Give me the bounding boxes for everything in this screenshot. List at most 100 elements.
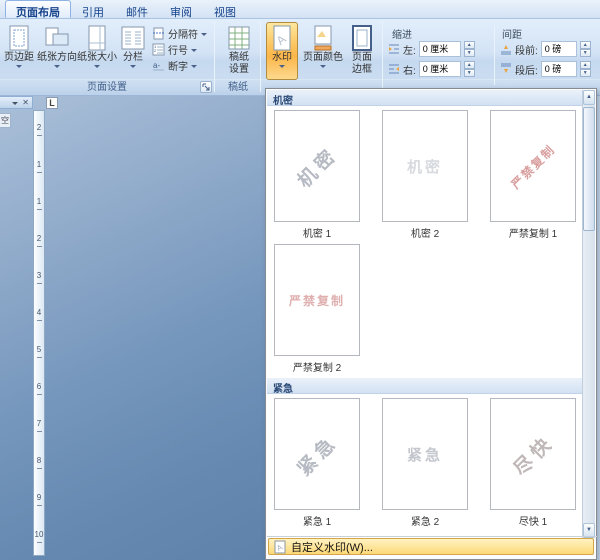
spacing-before-spin-down-button[interactable]: ▼ xyxy=(580,49,591,57)
spacing-after-spin-up-button[interactable]: ▲ xyxy=(580,61,591,69)
line-numbers-button[interactable]: 12 行号 xyxy=(150,41,214,57)
margins-button[interactable]: 页边距 xyxy=(2,22,36,80)
gallery-item[interactable]: 紧急 紧急 1 xyxy=(273,398,361,528)
paper-size-button[interactable]: 纸张大小 xyxy=(78,22,116,80)
hyphenation-icon: a- xyxy=(152,59,165,72)
thumbnail-label: 紧急 2 xyxy=(411,513,439,528)
dropdown-arrow-icon xyxy=(279,65,285,68)
watermark-icon: A xyxy=(271,25,293,51)
indent-left-spin-up-button[interactable]: ▲ xyxy=(464,41,475,49)
indent-left-spin-down-button[interactable]: ▼ xyxy=(464,49,475,57)
dropdown-arrow-icon xyxy=(94,65,100,68)
indent-right-label: 右: xyxy=(403,62,416,77)
gallery-item[interactable]: 尽快 尽快 1 xyxy=(489,398,577,528)
watermark-preview-text: 严禁复制 xyxy=(289,292,345,309)
indent-right-spin-up-button[interactable]: ▲ xyxy=(464,61,475,69)
hyphenation-label: 断字 xyxy=(168,58,188,73)
breaks-icon xyxy=(152,27,165,40)
indent-left-input[interactable]: 0 厘米 xyxy=(419,41,461,57)
watermark-preview-text: 机密 xyxy=(290,139,343,192)
page-border-icon xyxy=(351,25,373,51)
gallery-section-header-urgent: 紧急 xyxy=(267,378,583,394)
tab-page-layout[interactable]: 页面布局 xyxy=(5,0,71,18)
tab-view[interactable]: 视图 xyxy=(203,0,247,18)
page-color-icon xyxy=(312,25,334,51)
scrollbar-thumb[interactable] xyxy=(583,107,595,231)
paper-size-label: 纸张大小 xyxy=(77,52,117,63)
thumbnail-label: 尽快 1 xyxy=(519,513,547,528)
columns-button[interactable]: 分栏 xyxy=(118,22,148,80)
ruler-number: 8 xyxy=(34,444,44,481)
dialog-launcher-icon xyxy=(202,83,210,91)
manuscript-setup-button[interactable]: 稿纸 设置 xyxy=(220,22,258,80)
watermark-preview-text: 严禁复制 xyxy=(507,140,559,192)
gallery-item[interactable]: 严禁复制 严禁复制 2 xyxy=(273,244,361,374)
watermark-thumbnail: 严禁复制 xyxy=(274,244,360,356)
orientation-button[interactable]: 纸张方向 xyxy=(38,22,76,80)
task-pane-header: ✕ xyxy=(0,96,33,109)
watermark-thumbnail: 机密 xyxy=(382,110,468,222)
page-border-label-line1: 页面 xyxy=(352,52,372,63)
gallery-item[interactable]: 机密 机密 2 xyxy=(381,110,469,240)
indent-left-label: 左: xyxy=(403,42,416,57)
custom-watermark-menu-item[interactable]: A 自定义水印(W)... xyxy=(268,538,594,555)
svg-text:a-: a- xyxy=(153,61,160,70)
document-area[interactable]: ✕ L 空 2 1 1 2 3 4 5 6 7 8 9 10 xyxy=(0,96,265,560)
spacing-header: 间距 xyxy=(502,26,522,41)
ribbon-tab-bar: 页面布局 引用 邮件 审阅 视图 xyxy=(0,0,600,19)
ruler-number: 7 xyxy=(34,407,44,444)
ruler-number: 5 xyxy=(34,333,44,370)
spacing-before-input[interactable]: 0 磅 xyxy=(541,41,577,57)
spacing-after-spin-down-button[interactable]: ▼ xyxy=(580,69,591,77)
tab-references[interactable]: 引用 xyxy=(71,0,115,18)
orientation-icon xyxy=(45,25,69,51)
breaks-label: 分隔符 xyxy=(168,26,198,41)
gallery-footer-separator xyxy=(267,536,597,537)
watermark-thumbnail: 机密 xyxy=(274,110,360,222)
gallery-item[interactable]: 紧急 紧急 2 xyxy=(381,398,469,528)
vertical-ruler[interactable]: 2 1 1 2 3 4 5 6 7 8 9 10 xyxy=(33,110,45,556)
page-setup-dialog-launcher[interactable] xyxy=(200,81,212,93)
indent-right-spin-down-button[interactable]: ▼ xyxy=(464,69,475,77)
task-pane-dropdown-button[interactable] xyxy=(12,102,18,105)
indent-left-icon xyxy=(388,43,400,55)
watermark-preview-text: 紧急 xyxy=(407,444,443,465)
hyphenation-button[interactable]: a- 断字 xyxy=(150,57,214,73)
spacing-before-icon xyxy=(500,43,512,55)
gallery-item[interactable]: 严禁复制 严禁复制 1 xyxy=(489,110,577,240)
spacing-after-input[interactable]: 0 磅 xyxy=(541,61,577,77)
ribbon: 页边距 纸张方向 纸张大小 分栏 xyxy=(0,19,600,96)
ruler-number: 3 xyxy=(34,259,44,296)
scroll-up-button[interactable]: ▲ xyxy=(583,90,595,105)
dropdown-arrow-icon xyxy=(320,65,326,68)
line-numbers-icon: 12 xyxy=(152,43,165,56)
page-color-button[interactable]: 页面颜色 xyxy=(302,22,344,80)
page-color-label: 页面颜色 xyxy=(303,52,343,63)
manuscript-setup-label-line2: 设置 xyxy=(229,64,249,75)
thumbnail-label: 机密 2 xyxy=(411,225,439,240)
watermark-gallery: 机密 机密 机密 1 机密 机密 2 严禁复制 xyxy=(265,88,597,560)
custom-watermark-label: 自定义水印(W)... xyxy=(291,539,373,555)
ruler-number: 2 xyxy=(34,222,44,259)
watermark-button[interactable]: A 水印 xyxy=(266,22,298,80)
indent-right-input[interactable]: 0 厘米 xyxy=(419,61,461,77)
gallery-item[interactable]: 机密 机密 1 xyxy=(273,110,361,240)
breaks-button[interactable]: 分隔符 xyxy=(150,25,214,41)
watermark-preview-text: 紧急 xyxy=(290,427,343,480)
spacing-before-spin-up-button[interactable]: ▲ xyxy=(580,41,591,49)
watermark-thumbnail: 紧急 xyxy=(382,398,468,510)
spacing-before-label: 段前: xyxy=(515,42,538,57)
watermark-preview-text: 尽快 xyxy=(506,427,559,480)
dropdown-arrow-icon xyxy=(191,49,197,52)
page-setup-group-label: 页面设置 xyxy=(0,78,214,93)
task-pane-close-button[interactable]: ✕ xyxy=(22,99,29,107)
ruler-number: 2 xyxy=(34,111,44,148)
gallery-scrollbar[interactable]: ▲ ▼ xyxy=(582,90,595,538)
page-border-label-line2: 边框 xyxy=(352,64,372,75)
page-border-button[interactable]: 页面 边框 xyxy=(346,22,378,80)
custom-watermark-icon: A xyxy=(274,540,286,554)
tab-review[interactable]: 审阅 xyxy=(159,0,203,18)
tab-mailings[interactable]: 邮件 xyxy=(115,0,159,18)
tab-stop-selector[interactable]: L xyxy=(46,97,58,109)
indent-right-icon xyxy=(388,63,400,75)
